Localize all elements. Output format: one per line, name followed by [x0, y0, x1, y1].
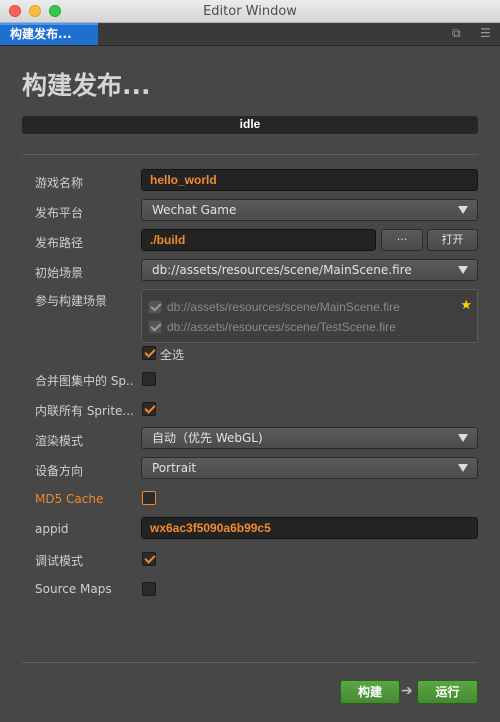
debug-label: 调试模式 — [35, 554, 84, 568]
platform-select[interactable]: Wechat Game — [141, 199, 478, 221]
build-button[interactable]: 构建 — [340, 680, 400, 704]
game-name-label: 游戏名称 — [35, 176, 84, 190]
start-scene-label: 初始场景 — [35, 266, 84, 280]
build-path-input[interactable]: ./build — [141, 229, 376, 251]
scene-checkbox[interactable] — [148, 320, 162, 334]
start-scene-select[interactable]: db://assets/resources/scene/MainScene.fi… — [141, 259, 478, 281]
merge-atlas-label: 合并图集中的 Sp.. — [35, 374, 134, 388]
divider — [22, 662, 478, 663]
render-mode-value: 自动（优先 WebGL) — [152, 431, 263, 445]
scene-path: db://assets/resources/scene/TestScene.fi… — [167, 320, 396, 334]
scene-list: db://assets/resources/scene/MainScene.fi… — [141, 289, 478, 343]
md5-cache-checkbox[interactable] — [142, 491, 156, 505]
start-scene-value: db://assets/resources/scene/MainScene.fi… — [152, 263, 412, 277]
editor-window: Editor Window 构建发布... ⧉ ☰ 构建发布... idle 游… — [0, 0, 500, 722]
orientation-value: Portrait — [152, 461, 197, 475]
title-bar: Editor Window — [0, 0, 500, 23]
divider — [22, 154, 478, 155]
chevron-down-icon — [458, 434, 468, 442]
md5-cache-label: MD5 Cache — [35, 492, 104, 506]
open-folder-button[interactable]: 打开 — [427, 229, 478, 251]
scenes-label: 参与构建场景 — [35, 294, 108, 308]
build-progress-bar: idle — [22, 116, 478, 134]
source-maps-label: Source Maps — [35, 582, 112, 596]
inline-spriteframes-checkbox[interactable] — [142, 402, 156, 416]
arrow-right-icon: ➔ — [401, 682, 413, 698]
orientation-select[interactable]: Portrait — [141, 457, 478, 479]
source-maps-checkbox[interactable] — [142, 582, 156, 596]
platform-label: 发布平台 — [35, 206, 84, 220]
debug-checkbox[interactable] — [142, 552, 156, 566]
render-mode-label: 渲染模式 — [35, 434, 84, 448]
chevron-down-icon — [458, 464, 468, 472]
build-path-label: 发布路径 — [35, 236, 84, 250]
select-all-label: 全选 — [160, 348, 185, 362]
scene-path: db://assets/resources/scene/MainScene.fi… — [167, 300, 400, 314]
run-button[interactable]: 运行 — [417, 680, 478, 704]
appid-input[interactable]: wx6ac3f5090a6b99c5 — [141, 517, 478, 539]
popout-icon[interactable]: ⧉ — [452, 26, 461, 41]
game-name-input[interactable]: hello_world — [141, 169, 478, 191]
platform-value: Wechat Game — [152, 203, 237, 217]
orientation-label: 设备方向 — [35, 464, 84, 478]
tab-strip: 构建发布... ⧉ ☰ — [0, 23, 500, 46]
tab-build[interactable]: 构建发布... — [0, 23, 98, 45]
browse-button[interactable]: ··· — [381, 229, 423, 251]
star-icon: ★ — [460, 297, 472, 312]
progress-status: idle — [239, 117, 261, 131]
window-title: Editor Window — [203, 4, 297, 19]
appid-label: appid — [35, 522, 69, 536]
inline-spriteframes-label: 内联所有 Sprite... — [35, 404, 134, 418]
scene-checkbox[interactable] — [148, 300, 162, 314]
chevron-down-icon — [458, 266, 468, 274]
select-all-checkbox[interactable] — [142, 346, 156, 360]
merge-atlas-checkbox[interactable] — [142, 372, 156, 386]
menu-icon[interactable]: ☰ — [480, 26, 491, 40]
render-mode-select[interactable]: 自动（优先 WebGL) — [141, 427, 478, 449]
chevron-down-icon — [458, 206, 468, 214]
page-title: 构建发布... — [22, 71, 151, 100]
